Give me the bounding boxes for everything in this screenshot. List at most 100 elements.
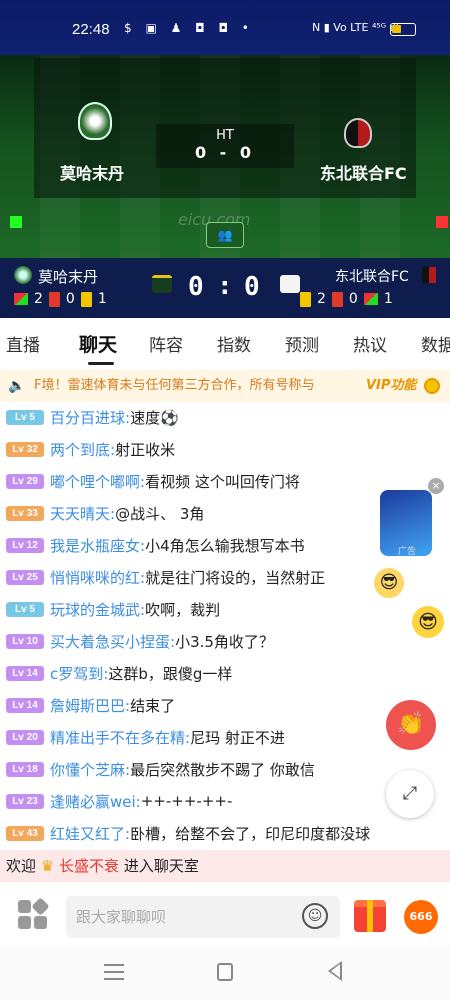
chat-nickname[interactable]: 悄悄咪咪的红: (50, 567, 145, 588)
tab-prediction[interactable]: 预测 (268, 331, 336, 356)
away-team-label: 东北联合FC (335, 269, 409, 285)
signal-icons: N ▮ Vo LTE ⁴⁵ᴳ ıll (312, 21, 399, 34)
cool-emoji-icon[interactable]: 😎 (374, 568, 404, 598)
tab-live[interactable]: 直播 (0, 331, 64, 356)
apps-icon[interactable] (18, 897, 50, 930)
battery-icon (390, 23, 416, 36)
away-yellow-cards: 2 (317, 291, 326, 307)
chat-text: @战斗、 3角 (115, 504, 205, 523)
chat-nickname[interactable]: 我是水瓶座女: (50, 535, 145, 556)
red-card-icon (331, 291, 343, 307)
away-stats: 2 0 1 (300, 291, 393, 307)
chat-nickname[interactable]: c罗驾到: (50, 663, 108, 684)
home-corners: 2 (34, 291, 43, 307)
home-score: 0 (188, 272, 204, 302)
recent-apps-icon[interactable] (104, 964, 124, 980)
welcome-username: 长盛不衰 (59, 857, 120, 875)
red-card-icon (48, 291, 60, 307)
welcome-suffix: 进入聊天室 (123, 857, 199, 875)
chat-message[interactable]: Lv 10 买大着急买小捏蛋: 小3.5角收了？ (6, 626, 274, 656)
away-red-cards: 0 (348, 291, 358, 307)
emoji-icon[interactable]: ☺ (302, 903, 328, 929)
level-badge: Lv 23 (6, 793, 44, 809)
home-yellow-cards: 1 (97, 291, 107, 307)
chat-message[interactable]: Lv 12 我是水瓶座女: 小4角怎么输我想写本书 (6, 530, 305, 560)
chat-nickname[interactable]: 两个到底: (50, 439, 115, 460)
status-time: 22:48 (72, 21, 110, 38)
level-badge: Lv 20 (6, 729, 44, 745)
tab-odds[interactable]: 指数 (200, 331, 268, 356)
chat-message[interactable]: Lv 43 红娃又红了: 卧槽，给整不会了，印尼印度都没球 (6, 818, 370, 848)
corner-flag-icon (436, 216, 448, 228)
level-badge: Lv 29 (6, 473, 44, 489)
close-icon[interactable]: × (428, 478, 444, 494)
expand-button[interactable]: ⤢ (386, 770, 434, 818)
chat-text: 就是往门将设的，当然射正 (145, 568, 326, 587)
notice-banner[interactable]: 🔈 F境！雷速体育未与任何第三方合作，所有号称与 VIP功能 (0, 370, 450, 402)
home-shirt-icon (152, 275, 172, 293)
gift-icon[interactable] (354, 900, 386, 932)
notice-text: F境！雷速体育未与任何第三方合作，所有号称与 (34, 378, 315, 393)
chat-message[interactable]: Lv 20 精准出手不在多在精: 尼玛 射正不进 (6, 722, 285, 752)
tab-discussion[interactable]: 热议 (336, 331, 404, 356)
corner-icon (14, 293, 28, 305)
chat-message[interactable]: Lv 33 天天晴天: @战斗、 3角 (6, 498, 204, 528)
chat-message[interactable]: Lv 29 嘟个哩个嘟啊: 看视频 这个叫回传门将 (6, 466, 300, 496)
chat-message[interactable]: Lv 25 悄悄咪咪的红: 就是往门将设的，当然射正 (6, 562, 325, 592)
chat-message[interactable]: Lv 5 百分百进球: 速度⚽ (6, 402, 179, 432)
chat-message[interactable]: Lv 14 詹姆斯巴巴: 结束了 (6, 690, 175, 720)
ad-banner[interactable]: × 广告 (380, 478, 444, 557)
chat-message[interactable]: Lv 32 两个到底: 射正收米 (6, 434, 175, 464)
chat-text: 结束了 (130, 696, 176, 715)
home-team-name: 莫哈末丹 (60, 164, 125, 183)
corner-flag-icon (10, 216, 22, 228)
chat-nickname[interactable]: 詹姆斯巴巴: (50, 695, 130, 716)
cool-emoji-icon[interactable]: 😎 (412, 606, 444, 638)
corner-icon (363, 293, 378, 305)
chat-nickname[interactable]: 天天晴天: (50, 503, 115, 524)
chat-text: 吹啊，裁判 (145, 600, 221, 619)
back-icon[interactable] (328, 961, 342, 981)
away-shirt-icon (280, 275, 300, 293)
chat-message[interactable]: Lv 23 逢赌必赢wei: ++-++-++- (6, 786, 232, 816)
chat-text: 速度⚽ (130, 408, 179, 427)
level-badge: Lv 18 (6, 761, 44, 777)
home-team-label: 莫哈末丹 (38, 268, 99, 286)
chat-text: 射正收米 (115, 440, 176, 459)
chat-text: 小4角怎么输我想写本书 (145, 536, 305, 555)
clap-button[interactable]: 👏 (386, 700, 436, 750)
level-badge: Lv 14 (6, 665, 44, 681)
away-team-name: 东北联合FC (320, 164, 407, 183)
chat-message[interactable]: Lv 14 c罗驾到: 这群b，跟傻g一样 (6, 658, 232, 688)
chat-input[interactable]: 跟大家聊聊呗 (66, 896, 340, 938)
system-nav-bar (0, 946, 450, 1000)
tab-data[interactable]: 数据 (404, 331, 450, 356)
666-button[interactable]: 666 (404, 900, 438, 934)
chat-message[interactable]: Lv 18 你懂个芝麻: 最后突然散步不踢了 你敢信 (6, 754, 315, 784)
chat-nickname[interactable]: 红娃又红了: (50, 823, 130, 844)
chat-nickname[interactable]: 你懂个芝麻: (50, 759, 130, 780)
chat-nickname[interactable]: 百分百进球: (50, 407, 130, 428)
away-corners: 1 (383, 291, 393, 307)
chat-nickname[interactable]: 买大着急买小捏蛋: (50, 631, 175, 652)
vip-label: VIP功能 (366, 378, 417, 393)
chat-nickname[interactable]: 玩球的金城武: (50, 599, 145, 620)
chat-nickname[interactable]: 嘟个哩个嘟啊: (50, 471, 145, 492)
chat-nickname[interactable]: 逢赌必赢wei: (50, 791, 141, 812)
home-icon[interactable] (217, 963, 233, 981)
chat-message[interactable]: Lv 5 玩球的金城武: 吹啊，裁判 (6, 594, 220, 624)
tab-chat[interactable]: 聊天 (64, 330, 132, 357)
chat-text: ++-++-++- (140, 792, 233, 810)
away-score: 0 (244, 272, 260, 302)
chat-nickname[interactable]: 精准出手不在多在精: (50, 727, 190, 748)
status-bar: 22:48 $ ▣ ♟ ◘ ◘ • N ▮ Vo LTE ⁴⁵ᴳ ıll (0, 0, 450, 46)
group-icon[interactable]: 👥 (206, 222, 244, 248)
home-stats: 2 0 1 (14, 291, 107, 307)
chat-input-bar: 跟大家聊聊呗 ☺ 666 (0, 886, 450, 946)
tab-lineup[interactable]: 阵容 (132, 331, 200, 356)
ad-tag: 广告 (398, 547, 417, 557)
yellow-card-icon (80, 291, 92, 307)
level-badge: Lv 43 (6, 825, 44, 841)
chat-text: 尼玛 射正不进 (190, 728, 285, 747)
chat-list[interactable]: Lv 5 百分百进球: 速度⚽ Lv 32 两个到底: 射正收米 Lv 29 嘟个哩个嘟啊: 看… (0, 402, 450, 850)
